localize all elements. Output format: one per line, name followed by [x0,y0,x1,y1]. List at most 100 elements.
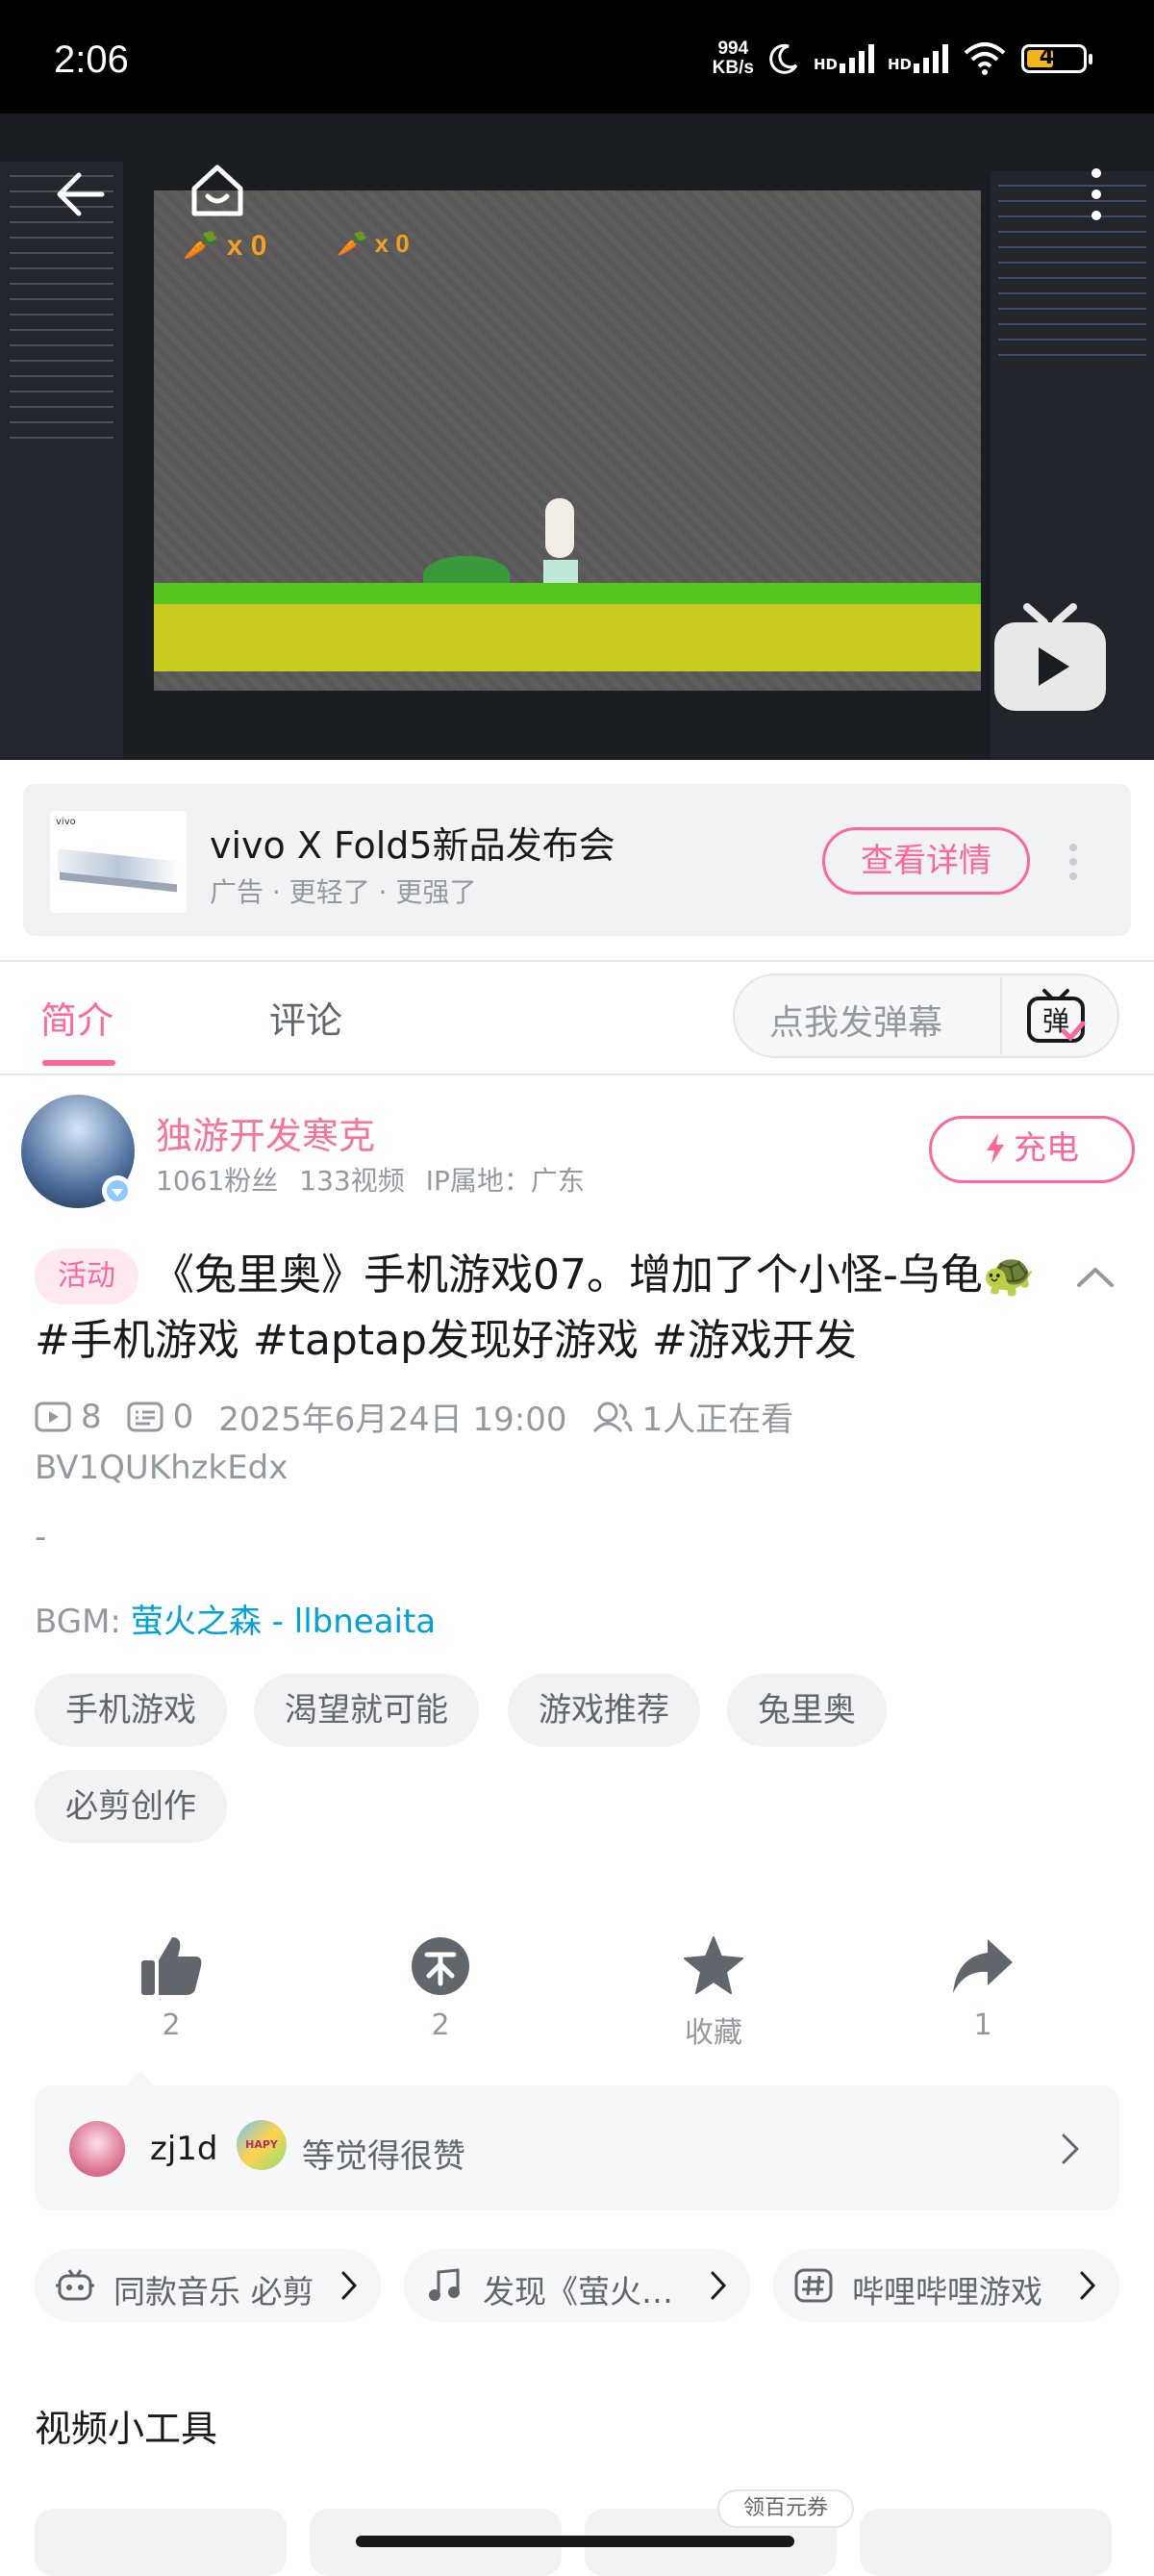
bvid[interactable]: BV1QUKhzkEdx [35,1449,288,1487]
coin-icon [412,1937,469,1995]
thumb-up-icon [141,1937,202,1995]
tab-active-indicator [42,1060,115,1066]
liker-avatar [69,2121,125,2177]
bgm-link[interactable]: 萤火之森 - llbneaita [131,1603,436,1641]
happy-badge-text: HAPY [245,2138,278,2151]
carrot-counter: 🥕 x 0 [337,229,410,258]
net-speed: 994 KB/s [713,39,754,78]
video-tools-title: 视频小工具 [35,2408,218,2450]
like-button[interactable]: 2 [94,1935,248,2042]
tool-card[interactable] [860,2509,1112,2576]
divider [1000,977,1002,1054]
home-indicator[interactable] [356,2536,794,2547]
ad-more-icon[interactable] [1067,843,1079,881]
happy-badge-icon: HAPY [237,2120,287,2170]
collapse-chevron-icon[interactable] [1075,1262,1116,1291]
verified-badge-icon [102,1175,133,1206]
chip-text: 哔哩哔哩游戏 [852,2273,1042,2311]
charge-label: 充电 [1014,1129,1079,1168]
coin-button[interactable]: 2 [364,1935,517,2042]
tag-chip[interactable]: 手机游戏 [35,1674,227,1747]
charge-button[interactable]: 充电 [929,1116,1135,1183]
uploader-videos: 133视频 [299,1165,405,1197]
share-count: 1 [973,2008,992,2042]
status-icons: 994 KB/s HD HD 43 [713,35,1092,83]
uploader-meta: 1061粉丝 133视频 IP属地：广东 [156,1160,606,1199]
ad-details-button[interactable]: 查看详情 [822,827,1030,895]
uploader-name[interactable]: 独游开发寒克 [156,1106,375,1159]
bgm-line: BGM: 萤火之森 - llbneaita [35,1595,436,1642]
share-arrow-icon [953,1939,1013,1993]
tv-play-icon[interactable] [991,601,1110,715]
bunny-sprite [543,498,578,594]
signal-icon [914,44,948,73]
share-button[interactable]: 1 [906,1935,1060,2042]
moon-icon [769,43,798,74]
favorite-button[interactable]: 收藏 [637,1935,790,2051]
ad-thumb-brand: vivo [56,817,76,827]
likes-text: 等觉得很赞 [302,2137,465,2176]
status-time: 2:06 [54,38,129,81]
carrot-counter: 🥕 x 0 [183,230,267,262]
tool-card[interactable] [35,2509,287,2576]
watching-count: 1人正在看 [641,1401,794,1439]
tag-chip[interactable]: 渴望就可能 [254,1674,479,1747]
tag-chip[interactable]: 必剪创作 [35,1770,227,1843]
video-description: - [35,1518,47,1556]
net-speed-value: 994 [717,38,749,59]
signal-icon [839,44,874,73]
battery-level: 43 [1039,45,1069,69]
hd-badge: HD [813,56,838,73]
tab-intro[interactable]: 简介 [40,991,113,1044]
hd-badge: HD [887,56,912,73]
ad-title: vivo X Fold5新品发布会 [210,824,615,867]
chevron-right-icon[interactable] [1060,2132,1081,2166]
more-vertical-icon[interactable] [1087,165,1106,223]
related-chip-discover[interactable]: 发现《萤火之森》 [404,2249,750,2322]
ad-thumbnail: vivo [50,811,187,913]
danmaku-count: 0 [172,1397,194,1436]
hashtag-icon [794,2268,833,2303]
star-icon [684,1936,743,1994]
play-count-icon [35,1402,71,1431]
grass-ground [154,583,981,671]
video-player[interactable]: 🥕 x 0 🥕 x 0 [0,114,1154,760]
viewers-icon [592,1402,632,1432]
chip-text: 同款音乐 必剪 [113,2273,314,2311]
chevron-right-icon [711,2271,727,2300]
robot-icon [56,2269,94,2301]
video-stats: 8 0 2025年6月24日 19:00 1人正在看 [35,1393,793,1440]
related-chip-music[interactable]: 同款音乐 必剪 [35,2249,381,2322]
chevron-right-icon [1080,2271,1096,2300]
tag-chip[interactable]: 游戏推荐 [508,1674,700,1747]
net-speed-unit: KB/s [712,58,754,78]
danmaku-placeholder[interactable]: 点我发弹幕 [769,995,942,1045]
coupon-badge[interactable]: 领百元券 [717,2489,854,2528]
play-count: 8 [81,1397,102,1436]
danmaku-count-icon [127,1402,163,1431]
favorite-label: 收藏 [685,2016,742,2050]
ad-subtitle: 广告 · 更轻了 · 更强了 [210,876,477,908]
tag-chip[interactable]: 兔里奥 [727,1674,887,1747]
publish-date: 2025年6月24日 19:00 [218,1401,567,1439]
uploader-ip: IP属地：广东 [425,1165,585,1197]
chevron-right-icon [341,2271,358,2300]
related-chip-bilibili[interactable]: 哔哩哔哩游戏 [773,2249,1119,2322]
chip-text: 发现《萤火之森》 [483,2273,694,2311]
coin-count: 2 [431,2008,450,2042]
video-title-text: 《兔里奥》手机游戏07。增加了个小怪-乌龟🐢#手机游戏 #taptap发现好游戏… [35,1250,1036,1365]
wifi-icon [964,42,1006,75]
activity-tag[interactable]: 活动 [35,1249,138,1304]
liker-name: zj1d [150,2130,218,2168]
lightning-icon [987,1133,1004,1164]
back-arrow-icon[interactable] [52,165,110,223]
music-note-icon [429,2268,460,2301]
battery-icon: 43 [1021,44,1092,73]
like-count: 2 [162,2008,181,2042]
home-icon[interactable] [187,160,248,221]
game-scene: 🥕 x 0 🥕 x 0 [154,190,981,691]
tab-comments[interactable]: 评论 [269,991,342,1044]
video-title: 活动 《兔里奥》手机游戏07。增加了个小怪-乌龟🐢#手机游戏 #taptap发现好… [35,1243,1054,1374]
editor-scene-tree [0,162,123,758]
danmaku-toggle-icon[interactable]: 弹 [1025,987,1087,1045]
